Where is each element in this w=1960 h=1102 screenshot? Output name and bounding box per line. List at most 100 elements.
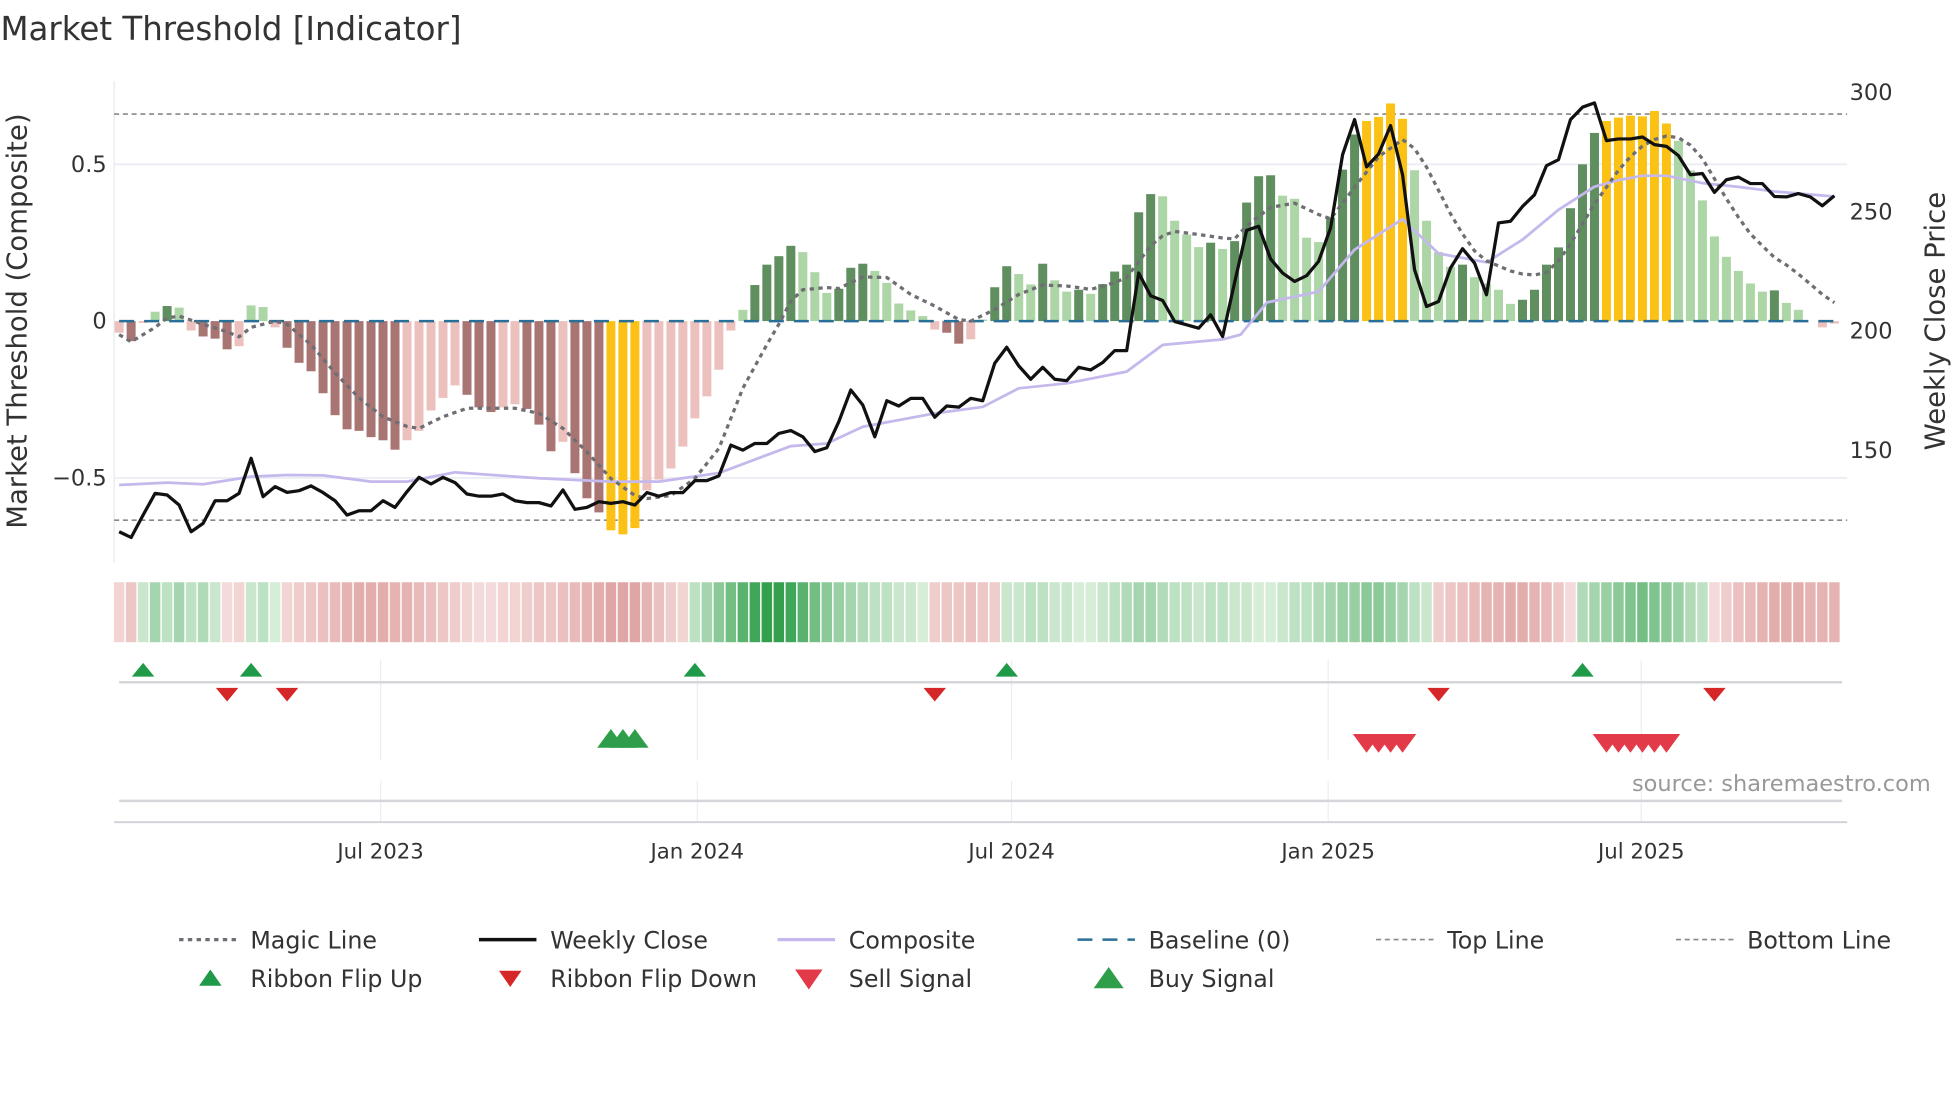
legend-label: Baseline (0) xyxy=(1149,926,1291,954)
right-axis-title: Weekly Close Price xyxy=(1920,192,1952,450)
ribbon-cell xyxy=(209,582,221,643)
ribbon-flip-up-marker xyxy=(683,662,707,677)
ribbon-cell xyxy=(485,582,497,643)
histogram-bar xyxy=(402,321,412,441)
ribbon-flip-down-marker xyxy=(215,687,239,702)
ribbon-cell xyxy=(917,582,929,643)
histogram-bar xyxy=(1218,248,1228,322)
ribbon-cell xyxy=(905,582,917,643)
ribbon-cell xyxy=(1565,582,1576,643)
ribbon-cell xyxy=(461,582,473,643)
legend-label: Composite xyxy=(849,926,976,954)
ribbon-flip-up-marker xyxy=(131,662,155,677)
histogram-bar xyxy=(1458,264,1468,322)
ribbon-cell xyxy=(125,582,137,643)
histogram-bar xyxy=(1110,271,1120,322)
ribbon-cell xyxy=(1793,582,1804,643)
histogram-bar xyxy=(1122,264,1132,322)
legend-item-bottom: Bottom Line xyxy=(1675,926,1891,954)
histogram-bar xyxy=(462,321,472,395)
ribbon-cell xyxy=(857,582,869,643)
ribbon-cell xyxy=(1157,582,1168,643)
legend-item-composite: Composite xyxy=(777,926,976,954)
ribbon-cell xyxy=(1217,582,1228,643)
ribbon-cell xyxy=(1241,582,1252,643)
ribbon-cell xyxy=(773,582,785,643)
ribbon-cell xyxy=(197,582,209,643)
ribbon-cell xyxy=(1049,582,1060,643)
ribbon-cell xyxy=(1745,582,1756,643)
legend-label: Buy Signal xyxy=(1149,965,1275,993)
histogram-bar xyxy=(1134,212,1144,322)
ribbon-cell xyxy=(893,582,905,643)
histogram-bar xyxy=(1062,291,1072,322)
ribbon-cell xyxy=(497,582,509,643)
histogram-bar xyxy=(1673,140,1683,322)
ribbon-cell xyxy=(1805,582,1816,643)
ribbon-cell xyxy=(557,582,569,643)
histogram-bar xyxy=(318,321,328,394)
ribbon-cell xyxy=(533,582,545,643)
ribbon-cell xyxy=(953,582,965,643)
histogram-bar xyxy=(630,321,640,529)
ribbon-cell xyxy=(1721,582,1732,643)
legend-label: Ribbon Flip Down xyxy=(550,965,757,993)
histogram-bar xyxy=(294,321,304,363)
ribbon-cell xyxy=(1109,582,1120,643)
legend-label: Sell Signal xyxy=(849,965,972,993)
ribbon-cell xyxy=(1781,582,1792,643)
ribbon-cell xyxy=(1097,582,1108,643)
histogram-bar xyxy=(582,321,592,499)
left-tick-label: −0.5 xyxy=(52,465,107,491)
ribbon-cell xyxy=(1505,582,1516,643)
ribbon-cell xyxy=(1349,582,1360,643)
ribbon-cell xyxy=(977,582,988,643)
ribbon-cell xyxy=(1325,582,1336,643)
histogram-bar xyxy=(990,287,1000,322)
histogram-bar xyxy=(882,282,892,322)
ribbon-cell xyxy=(1229,582,1240,643)
histogram-bar xyxy=(1098,284,1108,322)
histogram-bar xyxy=(1434,252,1444,322)
ribbon-cell xyxy=(413,582,425,643)
ribbon-cell xyxy=(257,582,269,643)
histogram-bar xyxy=(1709,236,1719,322)
ribbon-cell xyxy=(1457,582,1468,643)
ribbon-cell xyxy=(797,582,809,643)
ribbon-flip-down-marker xyxy=(1703,687,1726,702)
histogram-bar xyxy=(702,321,712,397)
legend-label: Top Line xyxy=(1446,926,1544,954)
histogram-bar xyxy=(726,321,736,331)
ribbon-cell xyxy=(1013,582,1024,643)
histogram-bar xyxy=(906,310,916,322)
ribbon-cell xyxy=(737,582,749,643)
ribbon-cell xyxy=(713,582,725,643)
ribbon-flip-up-marker xyxy=(239,662,263,677)
ribbon-cell xyxy=(677,582,689,643)
histogram-bar xyxy=(522,321,532,409)
histogram-bar xyxy=(1769,290,1779,322)
ribbon-cell xyxy=(437,582,449,643)
x-axis-ticks: Jul 2023 Jan 2024 Jul 2024 Jan 2025 Jul 2025 xyxy=(335,839,1684,864)
histogram-bar xyxy=(834,288,844,322)
ribbon-cell xyxy=(401,582,413,643)
histogram-bar xyxy=(1242,202,1252,322)
ribbon-cell xyxy=(1769,582,1780,643)
histogram-bar xyxy=(390,321,400,450)
legend-item-close: Weekly Close xyxy=(478,926,708,954)
histogram-bar xyxy=(1506,303,1516,322)
histogram-bar xyxy=(774,256,784,322)
ribbon-cell xyxy=(1409,582,1420,643)
histogram-bar xyxy=(1146,194,1156,322)
histogram-bar xyxy=(1613,117,1623,322)
histogram-bar xyxy=(1589,132,1599,322)
histogram-bar xyxy=(570,321,580,474)
histogram-bar xyxy=(654,321,664,480)
ribbon-cell xyxy=(869,582,881,643)
ribbon-cell xyxy=(1313,582,1324,643)
ribbon-cell xyxy=(293,582,305,643)
ribbon-flip-up-marker xyxy=(1571,662,1594,677)
signal-panes xyxy=(114,659,1848,824)
ribbon-cell xyxy=(929,582,941,643)
ribbon-cell xyxy=(1361,582,1372,643)
